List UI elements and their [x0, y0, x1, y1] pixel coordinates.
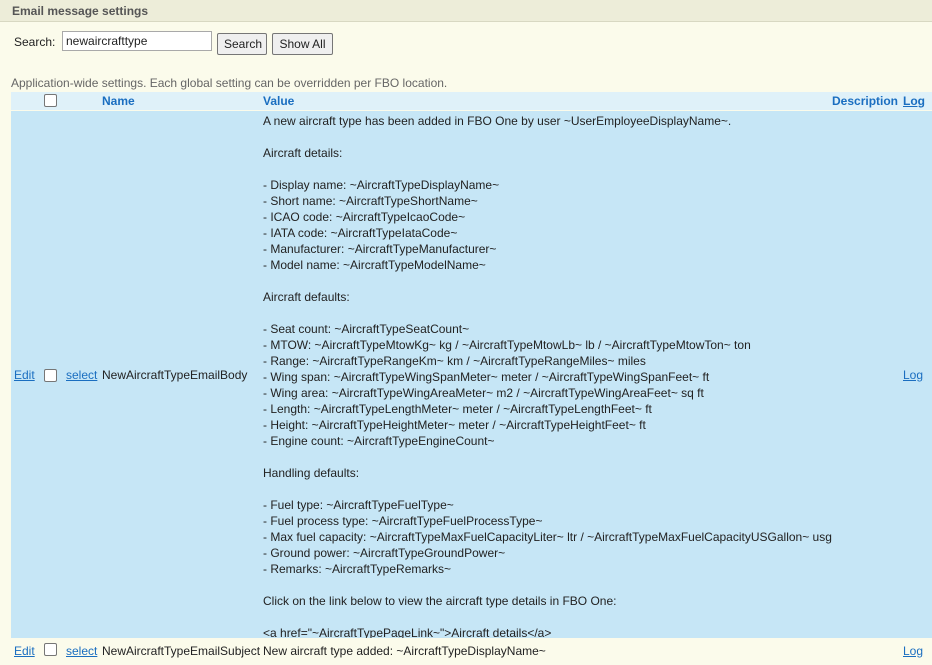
- panel-title: Email message settings: [0, 0, 932, 22]
- setting-value: A new aircraft type has been added in FB…: [263, 114, 832, 640]
- value-column-header[interactable]: Value: [263, 94, 294, 108]
- search-label: Search:: [14, 35, 56, 49]
- edit-link[interactable]: Edit: [14, 368, 35, 382]
- log-link[interactable]: Log: [903, 644, 923, 658]
- select-link[interactable]: select: [66, 368, 97, 382]
- table-header: Name Value Description Log: [11, 92, 932, 110]
- log-column-header[interactable]: Log: [903, 94, 925, 108]
- name-column-header[interactable]: Name: [102, 94, 135, 108]
- log-link[interactable]: Log: [903, 368, 923, 382]
- row-checkbox[interactable]: [44, 369, 57, 382]
- search-input[interactable]: [62, 31, 212, 51]
- setting-name: NewAircraftTypeEmailSubject: [102, 644, 261, 658]
- select-link[interactable]: select: [66, 644, 97, 658]
- description-column-header[interactable]: Description: [832, 94, 898, 108]
- setting-value: New aircraft type added: ~AircraftTypeDi…: [263, 644, 546, 658]
- search-button[interactable]: Search: [217, 33, 267, 55]
- select-all-checkbox[interactable]: [44, 94, 57, 107]
- settings-hint: Application-wide settings. Each global s…: [11, 76, 448, 90]
- row-checkbox[interactable]: [44, 643, 57, 656]
- setting-name: NewAircraftTypeEmailBody: [102, 368, 248, 382]
- edit-link[interactable]: Edit: [14, 644, 35, 658]
- table-row: Edit select NewAircraftTypeEmailSubject …: [11, 638, 932, 665]
- table-row: Edit select NewAircraftTypeEmailBody A n…: [11, 111, 932, 640]
- show-all-button[interactable]: Show All: [272, 33, 333, 55]
